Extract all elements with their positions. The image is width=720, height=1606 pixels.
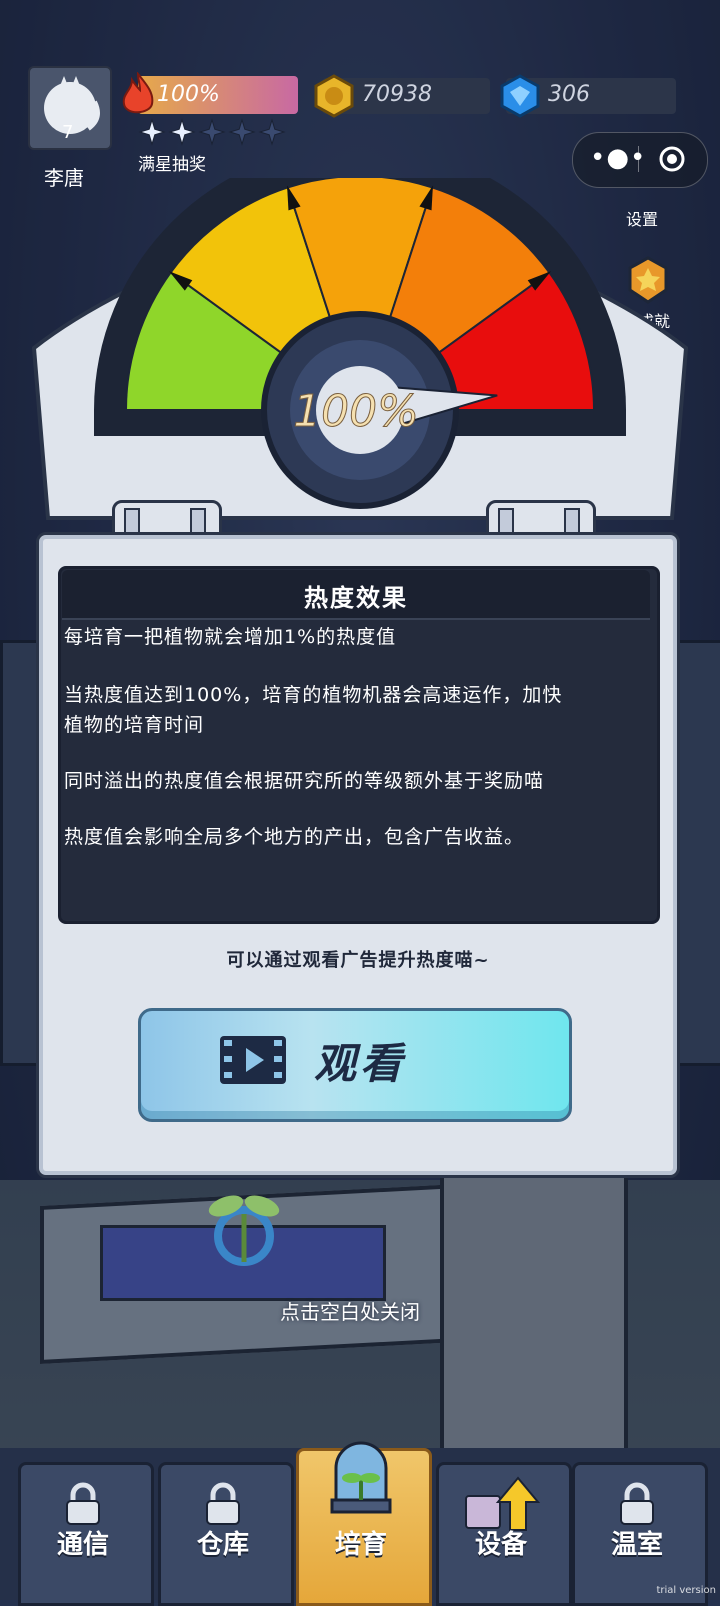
- info-line: 同时溢出的热度值会根据研究所的等级额外基于奖励喵: [64, 770, 545, 792]
- nav-label: 通信: [56, 1530, 109, 1560]
- gauge-value: 100%: [293, 386, 419, 437]
- star-filled-icon: [138, 118, 166, 146]
- watch-ad-hint: 可以通过观看广告提升热度喵~: [226, 950, 490, 971]
- star-filled-icon: [168, 118, 196, 146]
- lock-icon: [206, 1482, 240, 1525]
- info-line: 每培育一把植物就会增加1%的热度值: [64, 626, 397, 648]
- plant-jar-icon: [330, 1441, 392, 1514]
- lock-icon: [66, 1482, 100, 1525]
- star-empty-icon: [198, 118, 226, 146]
- more-icon[interactable]: •●•: [590, 144, 645, 174]
- sprout-icon: [208, 1195, 280, 1266]
- nav-label: 设备: [474, 1530, 527, 1560]
- info-line: 当热度值达到100%，培育的植物机器会高速运作，加快: [64, 684, 563, 706]
- info-line: 植物的培育时间: [64, 714, 205, 736]
- gem-icon: [500, 74, 540, 118]
- gem-amount: 306: [548, 82, 590, 107]
- player-level: 7: [62, 122, 74, 143]
- nav-label: 培育: [334, 1530, 387, 1560]
- nav-label: 温室: [610, 1530, 663, 1560]
- coin-amount: 70938: [362, 82, 432, 107]
- info-line: 热度值会影响全局多个地方的产出，包含广告收益。: [64, 826, 525, 848]
- star-empty-icon: [258, 118, 286, 146]
- panel-title: 热度效果: [304, 584, 408, 612]
- nav-label: 仓库: [196, 1530, 249, 1560]
- lottery-label[interactable]: 满星抽奖: [138, 150, 206, 175]
- flame-icon: [122, 72, 154, 114]
- trial-watermark: trial version: [656, 1585, 716, 1596]
- heat-percent: 100%: [157, 82, 220, 107]
- close-miniprogram-icon[interactable]: [658, 145, 686, 173]
- star-empty-icon: [228, 118, 256, 146]
- heat-gauge: 100%: [32, 178, 688, 520]
- film-icon: [220, 1036, 286, 1084]
- close-hint[interactable]: 点击空白处关闭: [200, 1296, 500, 1325]
- lock-icon: [620, 1482, 654, 1525]
- capsule-divider: [638, 146, 639, 172]
- star-rating: [138, 118, 286, 146]
- coin-icon: [314, 74, 354, 118]
- watch-ad-label: 观看: [314, 1039, 407, 1088]
